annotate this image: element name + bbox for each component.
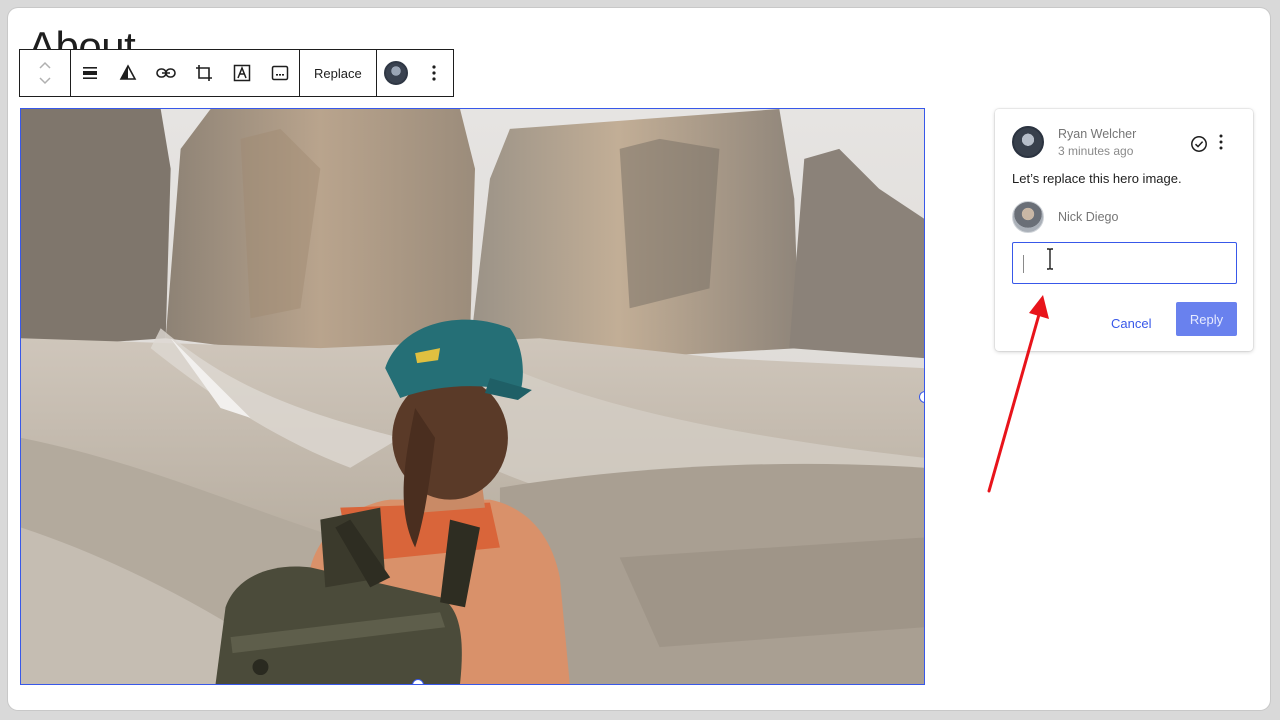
caption-button[interactable]: [261, 50, 299, 96]
replace-group: Replace: [300, 50, 377, 96]
caption-icon: [271, 65, 289, 81]
comment-text: Let’s replace this hero image.: [1012, 171, 1182, 186]
text-cursor-icon: [1047, 248, 1053, 270]
block-toolbar: Replace: [19, 49, 454, 97]
reply-button[interactable]: Reply: [1176, 302, 1237, 336]
link-icon: [156, 68, 176, 78]
replace-button[interactable]: Replace: [300, 50, 376, 96]
more-options-icon: [432, 65, 436, 81]
move-up-icon[interactable]: [38, 60, 52, 70]
crop-button[interactable]: [185, 50, 223, 96]
align-icon: [83, 67, 97, 79]
text-overlay-button[interactable]: [223, 50, 261, 96]
avatar: [1012, 201, 1044, 233]
reply-user-name: Nick Diego: [1058, 210, 1119, 224]
more-options-icon[interactable]: [1218, 133, 1224, 151]
link-button[interactable]: [147, 50, 185, 96]
more-options-button[interactable]: [415, 50, 453, 96]
text-overlay-icon: [233, 64, 251, 82]
block-mover-group: [20, 50, 71, 96]
crop-icon: [196, 65, 212, 81]
hero-image: [21, 109, 924, 684]
collab-group: [377, 50, 453, 96]
text-caret: [1023, 255, 1024, 273]
avatar: [1012, 126, 1044, 158]
cancel-button[interactable]: Cancel: [1103, 306, 1159, 340]
app-window: About Replace Ryan Welcher 3 minutes ago…: [8, 8, 1270, 710]
comment-avatar-button[interactable]: [377, 50, 415, 96]
resize-handle-right[interactable]: [919, 391, 924, 403]
duotone-button[interactable]: [109, 50, 147, 96]
avatar: [383, 61, 408, 85]
comment-timestamp: 3 minutes ago: [1058, 144, 1134, 158]
image-block[interactable]: [20, 108, 925, 685]
resize-handle-bottom[interactable]: [412, 679, 424, 684]
block-tools-group: [71, 50, 300, 96]
annotation-arrow-icon: [987, 295, 1049, 493]
comment-author: Ryan Welcher: [1058, 127, 1137, 141]
duotone-icon: [119, 64, 137, 80]
resolve-icon[interactable]: [1190, 135, 1208, 153]
move-down-icon[interactable]: [38, 76, 52, 86]
align-button[interactable]: [71, 50, 109, 96]
